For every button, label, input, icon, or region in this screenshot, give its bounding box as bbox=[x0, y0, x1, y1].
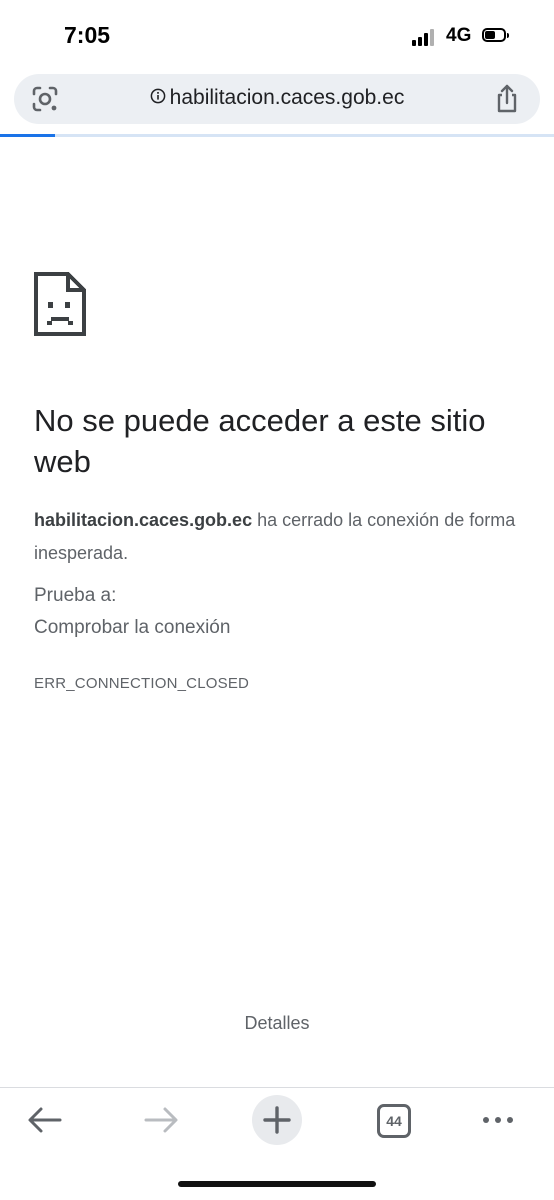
network-type: 4G bbox=[446, 25, 472, 46]
toolbar-divider bbox=[0, 1087, 554, 1088]
error-title: No se puede acceder a este sitio web bbox=[34, 403, 486, 479]
url-text: habilitacion.caces.gob.ec bbox=[169, 86, 405, 109]
suggestion-check-connection: Comprobar la conexión bbox=[34, 617, 231, 638]
tab-count: 44 bbox=[377, 1104, 411, 1138]
new-tab-button[interactable] bbox=[251, 1094, 303, 1146]
share-icon[interactable] bbox=[492, 83, 522, 115]
error-host: habilitacion.caces.gob.ec bbox=[34, 510, 253, 530]
status-time: 7:05 bbox=[64, 22, 111, 48]
plus-icon bbox=[252, 1095, 302, 1145]
back-arrow-icon[interactable] bbox=[22, 1097, 68, 1143]
error-code: ERR_CONNECTION_CLOSED bbox=[34, 675, 250, 692]
address-bar[interactable]: habilitacion.caces.gob.ec bbox=[14, 74, 540, 124]
info-icon[interactable] bbox=[150, 88, 166, 104]
battery-icon bbox=[482, 28, 510, 44]
url-display[interactable]: habilitacion.caces.gob.ec bbox=[14, 86, 540, 110]
error-description: habilitacion.caces.gob.ec ha cerrado la … bbox=[34, 504, 530, 570]
browser-screen: 7:05 4G habilitacion.caces.gob.ec No se … bbox=[0, 0, 554, 1200]
home-indicator bbox=[178, 1181, 376, 1187]
page-load-progress bbox=[0, 134, 554, 137]
sad-document-icon bbox=[34, 272, 86, 336]
more-dots-icon[interactable] bbox=[476, 1097, 522, 1143]
tab-switcher-icon[interactable]: 44 bbox=[370, 1097, 416, 1143]
cellular-signal-icon bbox=[412, 28, 438, 46]
try-label: Prueba a: bbox=[34, 585, 117, 606]
details-button[interactable]: Detalles bbox=[227, 1010, 327, 1036]
forward-arrow-icon[interactable] bbox=[138, 1097, 184, 1143]
